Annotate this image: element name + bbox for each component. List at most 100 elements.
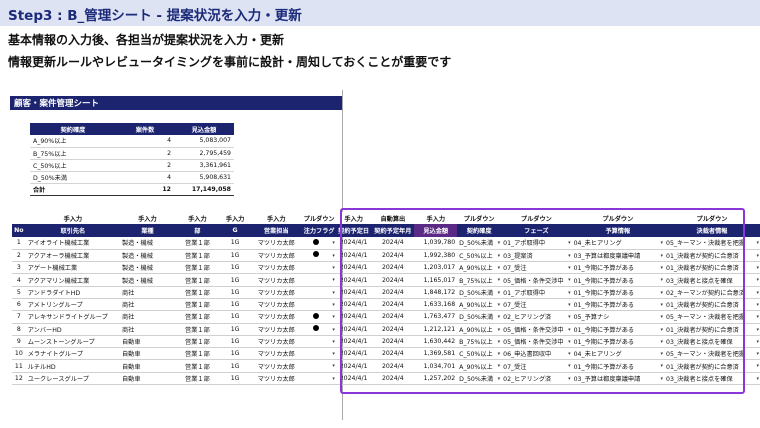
department-cell[interactable]: 営業１部 <box>174 237 221 250</box>
dropdown-arrow-icon[interactable]: ▾ <box>568 265 571 271</box>
dropdown-arrow-icon[interactable]: ▾ <box>661 351 664 357</box>
dropdown-arrow-icon[interactable]: ▾ <box>498 302 501 308</box>
department-cell[interactable]: 営業１部 <box>174 286 221 299</box>
expected-amount-cell[interactable]: 1,203,017 <box>414 261 458 275</box>
dropdown-arrow-icon[interactable]: ▾ <box>568 376 571 382</box>
contract-date-cell[interactable]: 2024/4/1 <box>335 323 372 336</box>
dropdown-arrow-icon[interactable]: ▾ <box>568 253 571 259</box>
dropdown-arrow-icon[interactable]: ▾ <box>498 339 501 345</box>
contract-date-cell[interactable]: 2024/4/1 <box>335 310 372 324</box>
expected-amount-cell[interactable]: 1,039,780 <box>414 237 458 250</box>
dropdown-arrow-icon[interactable]: ▾ <box>756 376 759 382</box>
dropdown-arrow-icon[interactable]: ▾ <box>332 290 335 296</box>
contract-date-cell[interactable]: 2024/4/1 <box>335 347 372 361</box>
department-cell[interactable]: 営業１部 <box>174 310 221 324</box>
focus-flag-dropdown[interactable]: ▾ <box>302 372 336 386</box>
probability-dropdown[interactable]: A_90%以上 ▾ <box>457 359 502 373</box>
dropdown-arrow-icon[interactable]: ▾ <box>756 302 759 308</box>
dropdown-arrow-icon[interactable]: ▾ <box>756 265 759 271</box>
phase-dropdown[interactable]: 01_アポ取得中 ▾ <box>501 286 572 299</box>
dropdown-arrow-icon[interactable]: ▾ <box>332 376 335 382</box>
focus-flag-dropdown[interactable]: ▾ <box>302 237 336 250</box>
dropdown-arrow-icon[interactable]: ▾ <box>756 363 759 369</box>
dropdown-arrow-icon[interactable]: ▾ <box>498 363 501 369</box>
dropdown-arrow-icon[interactable]: ▾ <box>498 290 501 296</box>
dropdown-arrow-icon[interactable]: ▾ <box>661 240 664 246</box>
probability-dropdown[interactable]: D_50%未満 ▾ <box>457 286 502 299</box>
focus-flag-dropdown[interactable]: ▾ <box>302 335 336 349</box>
industry-cell[interactable]: 自動車 <box>120 372 175 386</box>
industry-cell[interactable]: 製造・機械 <box>120 249 175 263</box>
sales-rep-cell[interactable]: マツリカ太郎 <box>250 359 303 373</box>
decider-dropdown[interactable]: 01_決裁者が契約に合意済 ▾ <box>664 323 760 336</box>
group-cell[interactable]: 1G <box>220 298 251 312</box>
phase-dropdown[interactable]: 05_価格・条件交渉中 ▾ <box>501 273 572 287</box>
phase-dropdown[interactable]: 01_アポ取得中 ▾ <box>501 237 572 250</box>
budget-dropdown[interactable]: 04_未ヒアリング ▾ <box>571 347 665 361</box>
phase-dropdown[interactable]: 07_受注 ▾ <box>501 261 572 275</box>
client-name-cell[interactable]: アクアオーラ機械工業 <box>25 249 120 263</box>
phase-dropdown[interactable]: 02_ヒアリング済 ▾ <box>501 310 572 324</box>
dropdown-arrow-icon[interactable]: ▾ <box>568 277 571 283</box>
budget-dropdown[interactable]: 01_今期に予算がある ▾ <box>571 359 665 373</box>
expected-amount-cell[interactable]: 1,369,581 <box>414 347 458 361</box>
sales-rep-cell[interactable]: マツリカ太郎 <box>250 347 303 361</box>
focus-flag-dropdown[interactable]: ▾ <box>302 273 336 287</box>
department-cell[interactable]: 営業１部 <box>174 273 221 287</box>
sales-rep-cell[interactable]: マツリカ太郎 <box>250 310 303 324</box>
decider-dropdown[interactable]: 05_キーマン・決裁者を把握 ▾ <box>664 347 760 361</box>
client-name-cell[interactable]: ユークレースグループ <box>25 372 120 386</box>
dropdown-arrow-icon[interactable]: ▾ <box>568 302 571 308</box>
dropdown-arrow-icon[interactable]: ▾ <box>332 240 335 246</box>
department-cell[interactable]: 営業１部 <box>174 335 221 349</box>
department-cell[interactable]: 営業１部 <box>174 372 221 386</box>
dropdown-arrow-icon[interactable]: ▾ <box>756 339 759 345</box>
decider-dropdown[interactable]: 01_決裁者が契約に合意済 ▾ <box>664 359 760 373</box>
budget-dropdown[interactable]: 01_今期に予算がある ▾ <box>571 273 665 287</box>
phase-dropdown[interactable]: 07_受注 ▾ <box>501 359 572 373</box>
dropdown-arrow-icon[interactable]: ▾ <box>568 290 571 296</box>
expected-amount-cell[interactable]: 1,630,442 <box>414 335 458 349</box>
phase-dropdown[interactable]: 05_価格・条件交渉中 ▾ <box>501 335 572 349</box>
client-name-cell[interactable]: アクアマリン機械工業 <box>25 273 120 287</box>
expected-amount-cell[interactable]: 1,633,168 <box>414 298 458 312</box>
budget-dropdown[interactable]: 04_未ヒアリング ▾ <box>571 237 665 250</box>
sales-rep-cell[interactable]: マツリカ太郎 <box>250 323 303 336</box>
industry-cell[interactable]: 商社 <box>120 286 175 299</box>
probability-dropdown[interactable]: C_50%以上 ▾ <box>457 347 502 361</box>
probability-dropdown[interactable]: A_90%以上 ▾ <box>457 323 502 336</box>
decider-dropdown[interactable]: 05_キーマン・決裁者を把握 ▾ <box>664 237 760 250</box>
group-cell[interactable]: 1G <box>220 347 251 361</box>
dropdown-arrow-icon[interactable]: ▾ <box>498 253 501 259</box>
focus-flag-dropdown[interactable]: ▾ <box>302 261 336 275</box>
department-cell[interactable]: 営業１部 <box>174 347 221 361</box>
industry-cell[interactable]: 商社 <box>120 298 175 312</box>
budget-dropdown[interactable]: 01_今期に予算がある ▾ <box>571 261 665 275</box>
group-cell[interactable]: 1G <box>220 335 251 349</box>
contract-date-cell[interactable]: 2024/4/1 <box>335 335 372 349</box>
industry-cell[interactable]: 製造・機械 <box>120 237 175 250</box>
dropdown-arrow-icon[interactable]: ▾ <box>498 240 501 246</box>
dropdown-arrow-icon[interactable]: ▾ <box>661 290 664 296</box>
dropdown-arrow-icon[interactable]: ▾ <box>498 327 501 333</box>
focus-flag-dropdown[interactable]: ▾ <box>302 298 336 312</box>
focus-flag-dropdown[interactable]: ▾ <box>302 359 336 373</box>
budget-dropdown[interactable]: 01_今期に予算がある ▾ <box>571 323 665 336</box>
dropdown-arrow-icon[interactable]: ▾ <box>661 277 664 283</box>
industry-cell[interactable]: 商社 <box>120 323 175 336</box>
expected-amount-cell[interactable]: 1,165,017 <box>414 273 458 287</box>
decider-dropdown[interactable]: 01_決裁者が契約に合意済 ▾ <box>664 261 760 275</box>
expected-amount-cell[interactable]: 1,212,121 <box>414 323 458 336</box>
dropdown-arrow-icon[interactable]: ▾ <box>498 376 501 382</box>
probability-dropdown[interactable]: D_50%未満 ▾ <box>457 310 502 324</box>
contract-date-cell[interactable]: 2024/4/1 <box>335 298 372 312</box>
dropdown-arrow-icon[interactable]: ▾ <box>661 302 664 308</box>
phase-dropdown[interactable]: 02_ヒアリング済 ▾ <box>501 372 572 386</box>
group-cell[interactable]: 1G <box>220 286 251 299</box>
department-cell[interactable]: 営業１部 <box>174 359 221 373</box>
focus-flag-dropdown[interactable]: ▾ <box>302 323 336 336</box>
dropdown-arrow-icon[interactable]: ▾ <box>756 327 759 333</box>
phase-dropdown[interactable]: 06_申込書回収中 ▾ <box>501 347 572 361</box>
sales-rep-cell[interactable]: マツリカ太郎 <box>250 372 303 386</box>
client-name-cell[interactable]: ムーンストーングループ <box>25 335 120 349</box>
